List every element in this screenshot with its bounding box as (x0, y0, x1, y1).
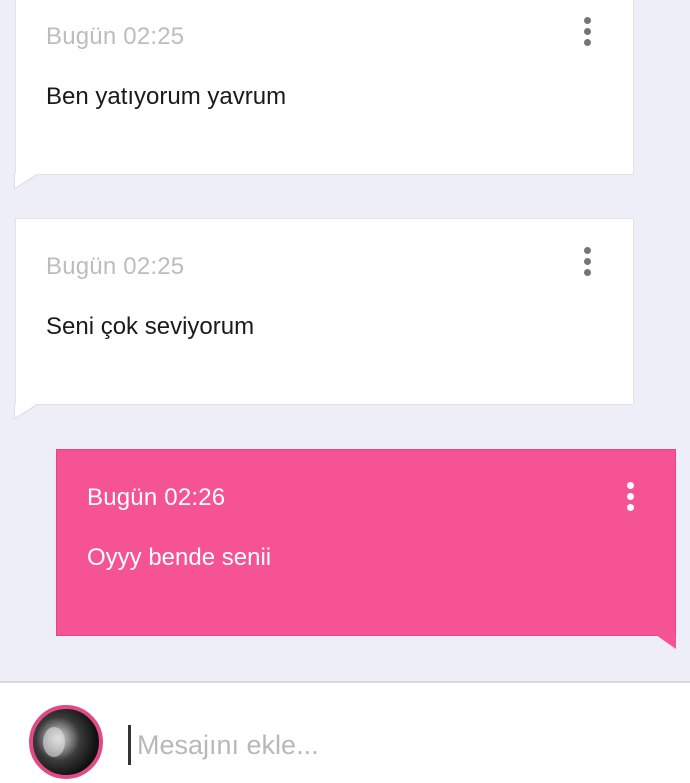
message-input[interactable] (128, 725, 648, 765)
message-composer (0, 681, 690, 783)
message-bubble-own[interactable]: Bugün 02:26 Oyyy bende senii (56, 449, 676, 649)
message-timestamp: Bugün 02:25 (46, 23, 185, 50)
message-text: Oyyy bende senii (87, 544, 272, 571)
user-avatar[interactable] (29, 705, 103, 779)
message-bubble[interactable]: Bugün 02:25 Seni çok seviyorum (14, 218, 634, 420)
message-bubble[interactable]: Bugün 02:25 Ben yatıyorum yavrum (14, 0, 634, 190)
more-vert-icon[interactable] (583, 247, 591, 276)
message-text: Seni çok seviyorum (46, 313, 255, 340)
more-vert-icon[interactable] (583, 17, 591, 46)
message-timestamp: Bugün 02:26 (87, 484, 226, 511)
message-text: Ben yatıyorum yavrum (46, 83, 287, 110)
bubble-tail (656, 635, 676, 649)
chat-screen: Bugün 02:25 Ben yatıyorum yavrum Bugün 0… (0, 0, 690, 783)
bubble-tail (15, 404, 37, 418)
more-vert-icon[interactable] (626, 482, 634, 511)
message-timestamp: Bugün 02:25 (46, 253, 185, 280)
bubble-tail (15, 174, 37, 188)
